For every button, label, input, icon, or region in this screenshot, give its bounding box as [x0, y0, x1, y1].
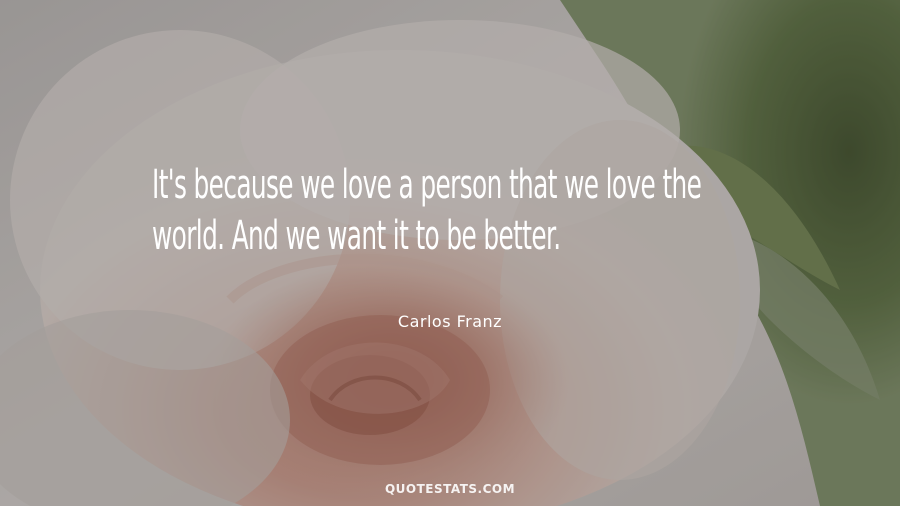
- quote-text: It's because we love a person that we lo…: [152, 160, 702, 262]
- site-watermark: QUOTESTATS.COM: [384, 482, 516, 496]
- quote-line-2: world. And we want it to be better.: [152, 213, 561, 259]
- quote-author: Carlos Franz: [397, 312, 503, 331]
- quote-card: It's because we love a person that we lo…: [0, 0, 900, 506]
- quote-line-1: It's because we love a person that we lo…: [152, 162, 702, 208]
